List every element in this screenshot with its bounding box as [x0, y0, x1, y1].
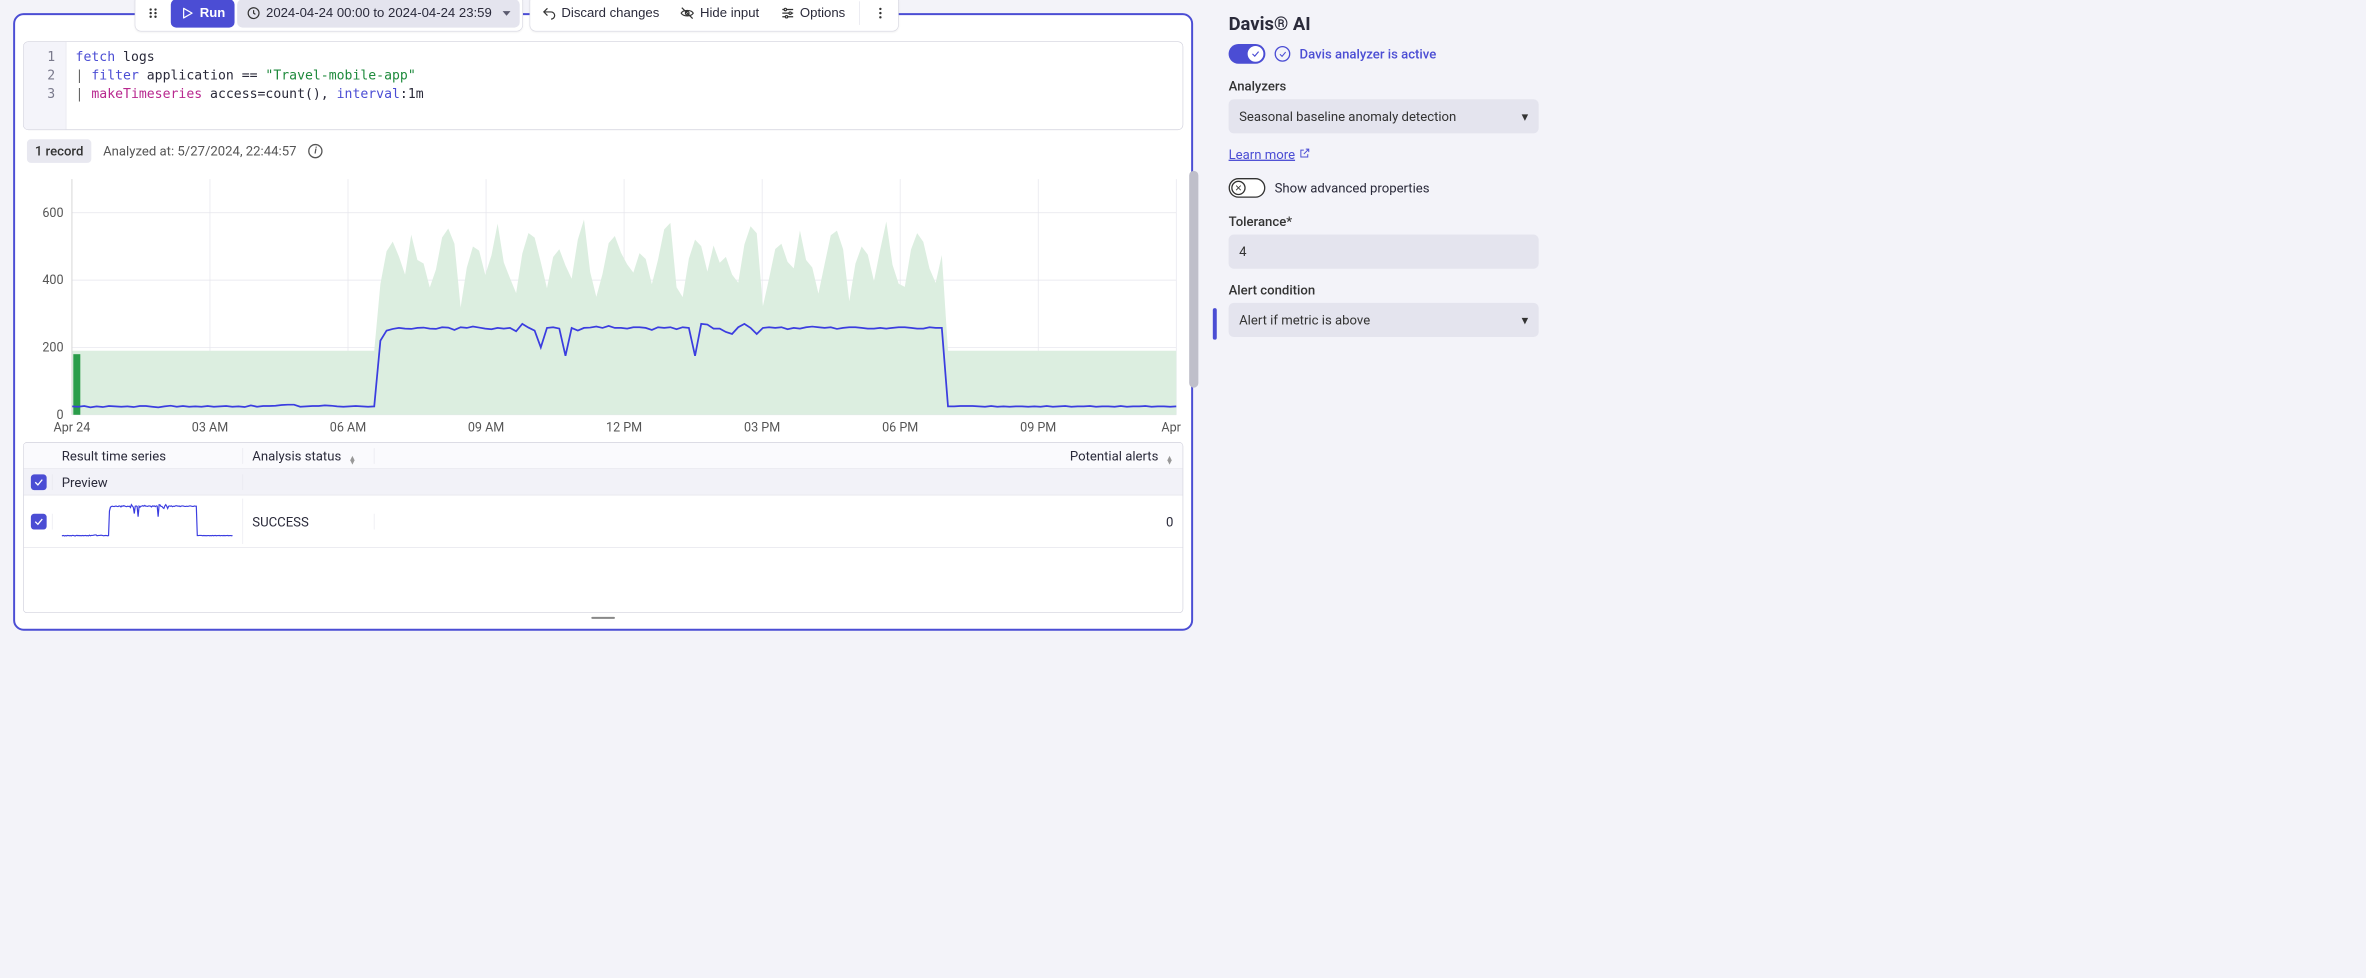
analyzer-select[interactable]: Seasonal baseline anomaly detection ▾ [1229, 99, 1539, 133]
svg-text:09 AM: 09 AM [468, 420, 504, 435]
col-analysis-status[interactable]: Analysis status ▲▼ [243, 448, 374, 464]
table-row[interactable]: SUCCESS 0 [24, 495, 1183, 548]
davis-sidebar: Davis® AI Davis analyzer is active Analy… [1213, 0, 1555, 643]
vertical-scrollbar[interactable] [1189, 171, 1198, 388]
sliders-icon [780, 6, 794, 20]
discard-label: Discard changes [561, 6, 659, 21]
sparkline [62, 499, 233, 541]
svg-text:Apr 2: Apr 2 [1161, 420, 1183, 435]
clock-icon [246, 6, 260, 20]
options-label: Options [800, 6, 845, 21]
svg-text:06 PM: 06 PM [882, 420, 918, 435]
preview-label: Preview [53, 474, 244, 490]
svg-text:12 PM: 12 PM [606, 420, 642, 435]
svg-text:400: 400 [42, 273, 63, 288]
row-status: SUCCESS [243, 513, 374, 529]
sidebar-title: Davis® AI [1229, 13, 1539, 35]
drag-handle-button[interactable] [138, 0, 168, 27]
external-link-icon [1299, 147, 1311, 163]
hide-input-button[interactable]: Hide input [671, 0, 768, 27]
options-button[interactable]: Options [771, 0, 854, 27]
code-editor[interactable]: 123 fetch logs| filter application == "T… [23, 41, 1183, 130]
sort-icon: ▲▼ [1166, 456, 1174, 464]
svg-text:09 PM: 09 PM [1020, 420, 1056, 435]
svg-text:200: 200 [42, 341, 63, 356]
line-gutter: 123 [24, 42, 67, 129]
svg-text:03 AM: 03 AM [192, 420, 228, 435]
sort-icon: ▲▼ [348, 456, 356, 464]
timeseries-chart[interactable]: 0200400600Apr 2403 AM06 AM09 AM12 PM03 P… [23, 172, 1183, 435]
analyzers-label: Analyzers [1229, 78, 1539, 94]
results-table: Result time series Analysis status ▲▼ Po… [23, 442, 1183, 613]
resize-handle[interactable] [23, 613, 1183, 622]
svg-text:06 AM: 06 AM [330, 420, 366, 435]
svg-text:Apr 24: Apr 24 [54, 420, 91, 435]
row-alerts: 0 [1051, 513, 1182, 529]
discard-button[interactable]: Discard changes [533, 0, 669, 27]
record-count-badge: 1 record [27, 139, 91, 163]
svg-text:600: 600 [42, 206, 63, 221]
info-icon[interactable]: i [308, 144, 322, 158]
more-vertical-icon [873, 6, 887, 20]
col-potential-alerts[interactable]: Potential alerts ▲▼ [1051, 448, 1182, 464]
hide-input-label: Hide input [700, 6, 759, 21]
preview-checkbox[interactable] [31, 474, 47, 490]
advanced-label: Show advanced properties [1275, 180, 1430, 196]
analyzer-toggle[interactable] [1229, 44, 1266, 64]
tolerance-input[interactable]: 4 [1229, 235, 1539, 269]
chevron-down-icon: ▾ [1522, 108, 1529, 124]
query-panel: 123 fetch logs| filter application == "T… [13, 13, 1193, 631]
run-button[interactable]: Run [171, 0, 235, 27]
col-result-timeseries[interactable]: Result time series [53, 448, 244, 464]
alert-condition-select[interactable]: Alert if metric is above ▾ [1229, 303, 1539, 337]
row-checkbox[interactable] [31, 513, 47, 529]
svg-text:03 PM: 03 PM [744, 420, 780, 435]
chevron-down-icon: ▾ [1522, 312, 1529, 328]
panel-divider[interactable] [1213, 308, 1217, 340]
more-menu-button[interactable] [866, 0, 896, 27]
check-circle-icon [1275, 46, 1291, 62]
advanced-toggle[interactable] [1229, 178, 1266, 198]
grip-icon [146, 6, 160, 20]
date-range-text: 2024-04-24 00:00 to 2024-04-24 23:59 [266, 6, 492, 21]
run-label: Run [200, 6, 226, 21]
analyzed-at-text: Analyzed at: 5/27/2024, 22:44:57 [103, 143, 296, 159]
alert-condition-label: Alert condition [1229, 282, 1539, 298]
eye-off-icon [680, 6, 694, 20]
learn-more-link[interactable]: Learn more [1229, 147, 1311, 163]
date-range-button[interactable]: 2024-04-24 00:00 to 2024-04-24 23:59 [237, 0, 519, 27]
undo-icon [542, 6, 556, 20]
play-icon [180, 6, 194, 20]
analyzer-active-text: Davis analyzer is active [1300, 46, 1437, 62]
code-content[interactable]: fetch logs| filter application == "Trave… [66, 42, 432, 129]
tolerance-label: Tolerance* [1229, 214, 1539, 230]
